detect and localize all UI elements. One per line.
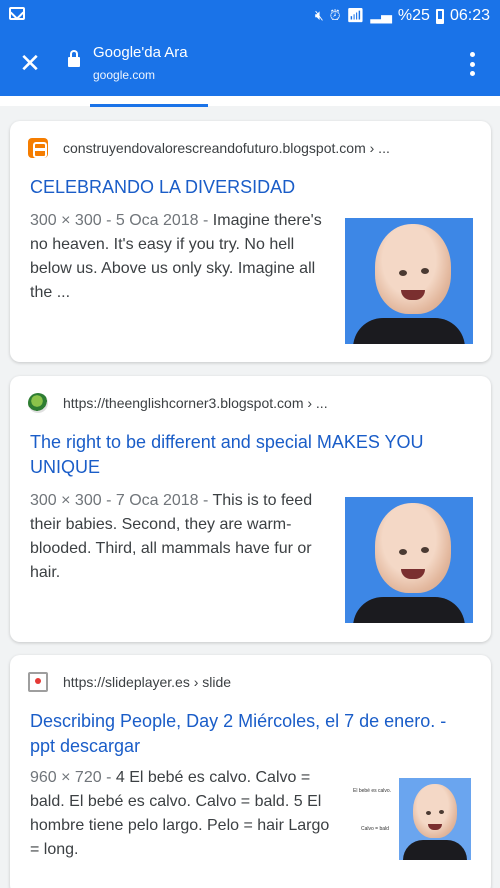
page-load-bar bbox=[0, 96, 500, 107]
result-thumbnail[interactable] bbox=[345, 497, 473, 623]
baby-photo bbox=[375, 224, 451, 314]
gmail-notification-icon bbox=[9, 7, 25, 20]
baby-photo bbox=[399, 778, 471, 860]
mute-icon: 🔇︎ bbox=[314, 8, 324, 24]
result-card[interactable]: https://theenglishcorner3.blogspot.com ›… bbox=[10, 376, 491, 642]
status-icons: 🔇︎ ⏰︎ 📶︎ ▂▄ %25 06:23 bbox=[315, 5, 490, 27]
result-site-url: construyendovalorescreandofuturo.blogspo… bbox=[63, 140, 390, 156]
page-title: Google'da Ara bbox=[93, 44, 188, 61]
result-site-url: https://slideplayer.es › slide bbox=[63, 674, 232, 690]
result-card[interactable]: construyendovalorescreandofuturo.blogspo… bbox=[10, 121, 491, 362]
close-button[interactable]: ✕ bbox=[14, 48, 46, 80]
result-thumbnail[interactable] bbox=[345, 218, 473, 344]
app-bar: ✕ Google'da Ara google.com bbox=[0, 32, 500, 96]
result-snippet: 300 × 300 - 7 Oca 2018 - This is to feed… bbox=[30, 489, 335, 585]
menu-dot-icon bbox=[469, 61, 475, 67]
status-bar: 🔇︎ ⏰︎ 📶︎ ▂▄ %25 06:23 bbox=[0, 0, 500, 32]
result-site[interactable]: https://theenglishcorner3.blogspot.com ›… bbox=[28, 393, 481, 413]
result-title-link[interactable]: The right to be different and special MA… bbox=[30, 430, 461, 480]
battery-icon bbox=[435, 8, 444, 24]
result-site[interactable]: construyendovalorescreandofuturo.blogspo… bbox=[28, 138, 481, 158]
thumb-subcaption: Calvo = bald bbox=[361, 826, 389, 832]
result-meta: 300 × 300 - 7 Oca 2018 - bbox=[30, 492, 213, 509]
thumb-caption: El bebé es calvo. bbox=[353, 788, 392, 794]
alarm-icon: ⏰︎ bbox=[329, 8, 341, 24]
battery-percent: %25 bbox=[397, 7, 430, 24]
more-options-button[interactable] bbox=[460, 50, 484, 78]
result-site[interactable]: https://slideplayer.es › slide bbox=[28, 672, 481, 692]
close-icon[interactable]: ✕ bbox=[19, 51, 41, 77]
menu-dot-icon bbox=[469, 71, 475, 76]
result-snippet: 300 × 300 - 5 Oca 2018 - Imagine there's… bbox=[30, 209, 335, 305]
slideplayer-icon bbox=[28, 672, 48, 692]
page-url: google.com bbox=[93, 68, 156, 82]
result-thumbnail[interactable]: El bebé es calvo. Calvo = bald bbox=[345, 774, 473, 888]
wifi-icon: 📶︎ bbox=[346, 8, 365, 24]
result-title-link[interactable]: Describing People, Day 2 Miércoles, el 7… bbox=[30, 709, 461, 759]
result-meta: 960 × 720 - bbox=[30, 769, 116, 786]
menu-dot-icon bbox=[469, 52, 475, 57]
result-site-url: https://theenglishcorner3.blogspot.com ›… bbox=[63, 395, 328, 411]
result-card[interactable]: https://slideplayer.es › slide Describin… bbox=[10, 655, 491, 888]
baby-photo bbox=[375, 503, 451, 593]
englishcorner-icon bbox=[28, 393, 48, 413]
signal-icon: ▂▄ bbox=[370, 8, 392, 24]
blogger-icon bbox=[28, 138, 48, 158]
result-title-link[interactable]: CELEBRANDO LA DIVERSIDAD bbox=[30, 175, 461, 200]
result-snippet: 960 × 720 - 4 El bebé es calvo. Calvo = … bbox=[30, 766, 335, 862]
load-progress bbox=[90, 104, 208, 107]
clock: 06:23 bbox=[449, 7, 490, 24]
result-meta: 300 × 300 - 5 Oca 2018 - bbox=[30, 212, 213, 229]
lock-icon bbox=[68, 50, 80, 67]
